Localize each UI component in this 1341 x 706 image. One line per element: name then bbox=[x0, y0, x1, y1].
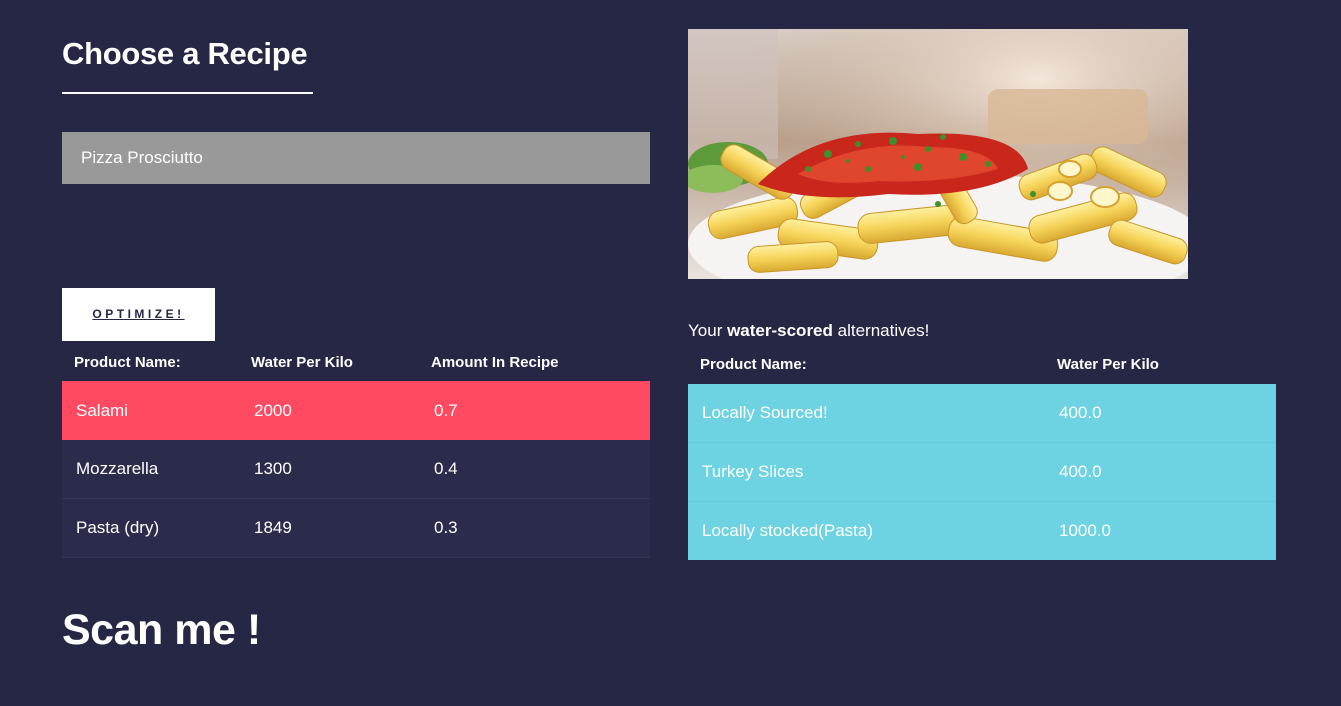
caption-suffix: alternatives! bbox=[832, 321, 930, 340]
title-underline bbox=[62, 92, 313, 94]
scan-heading: Scan me ! bbox=[62, 606, 261, 654]
table-row[interactable]: Salami 2000 0.7 bbox=[62, 381, 650, 440]
column-header-water-per-kilo: Water Per Kilo bbox=[251, 353, 353, 371]
table-row[interactable]: Pasta (dry) 1849 0.3 bbox=[62, 499, 650, 558]
product-name-cell: Mozzarella bbox=[76, 459, 159, 478]
ingredients-table-header: Product Name: Water Per Kilo Amount In R… bbox=[62, 343, 650, 381]
alternatives-table: Product Name: Water Per Kilo Locally Sou… bbox=[688, 344, 1276, 560]
water-per-kilo-cell: 1849 bbox=[254, 518, 292, 537]
column-header-water-per-kilo: Water Per Kilo bbox=[1057, 355, 1159, 373]
product-name-cell: Salami bbox=[76, 400, 128, 420]
table-row[interactable]: Locally Sourced! 400.0 bbox=[688, 384, 1276, 443]
page: Choose a Recipe Pizza Prosciutto OPTIMIZ… bbox=[0, 0, 1341, 706]
recipe-select[interactable]: Pizza Prosciutto bbox=[62, 132, 650, 184]
column-header-amount: Amount In Recipe bbox=[431, 353, 559, 371]
table-row[interactable]: Mozzarella 1300 0.4 bbox=[62, 440, 650, 499]
product-name-cell: Turkey Slices bbox=[702, 462, 804, 481]
column-header-product-name: Product Name: bbox=[74, 353, 181, 371]
water-per-kilo-cell: 1000.0 bbox=[1059, 521, 1111, 540]
page-title: Choose a Recipe bbox=[62, 36, 308, 71]
amount-cell: 0.7 bbox=[434, 400, 458, 420]
water-per-kilo-cell: 2000 bbox=[254, 400, 292, 420]
ingredients-table: Product Name: Water Per Kilo Amount In R… bbox=[62, 343, 650, 558]
product-name-cell: Locally stocked(Pasta) bbox=[702, 521, 874, 540]
column-header-product-name: Product Name: bbox=[700, 355, 807, 373]
table-row[interactable]: Locally stocked(Pasta) 1000.0 bbox=[688, 502, 1276, 560]
alternatives-caption: Your water-scored alternatives! bbox=[688, 321, 929, 341]
caption-emphasis: water-scored bbox=[727, 321, 833, 340]
caption-prefix: Your bbox=[688, 321, 728, 340]
optimize-button[interactable]: OPTIMIZE! bbox=[62, 288, 215, 341]
water-per-kilo-cell: 1300 bbox=[254, 459, 292, 478]
water-per-kilo-cell: 400.0 bbox=[1059, 462, 1102, 481]
alternatives-table-body: Locally Sourced! 400.0 Turkey Slices 400… bbox=[688, 384, 1276, 560]
amount-cell: 0.4 bbox=[434, 459, 458, 478]
alternatives-table-header: Product Name: Water Per Kilo bbox=[688, 344, 1276, 384]
amount-cell: 0.3 bbox=[434, 518, 458, 537]
table-row[interactable]: Turkey Slices 400.0 bbox=[688, 443, 1276, 502]
product-name-cell: Pasta (dry) bbox=[76, 518, 160, 537]
pasta-dish-photo bbox=[688, 29, 1188, 279]
product-name-cell: Locally Sourced! bbox=[702, 403, 828, 422]
water-per-kilo-cell: 400.0 bbox=[1059, 403, 1102, 422]
